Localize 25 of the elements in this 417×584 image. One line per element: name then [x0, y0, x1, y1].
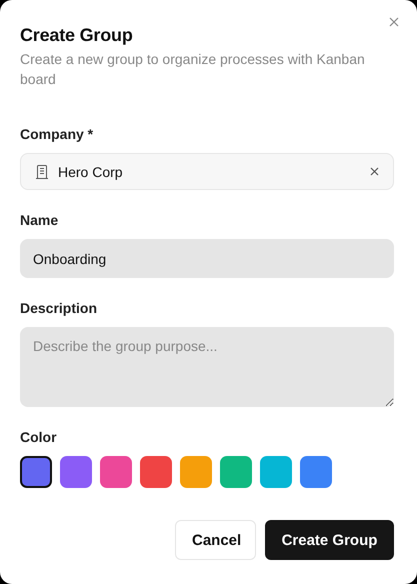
- field-label: Color: [20, 428, 58, 447]
- field-label: Company *: [20, 125, 94, 144]
- cancel-button[interactable]: Cancel: [175, 520, 256, 560]
- color-swatch[interactable]: [140, 456, 172, 488]
- color-swatch[interactable]: [60, 456, 92, 488]
- color-swatch[interactable]: [20, 456, 52, 488]
- create-button[interactable]: Create Group: [265, 520, 394, 560]
- close-button[interactable]: [389, 17, 399, 27]
- field-label: Name: [20, 211, 60, 230]
- dialog-title: Create Group: [20, 24, 134, 47]
- field-label: Description: [20, 299, 98, 318]
- company-field[interactable]: Hero Corp: [20, 153, 394, 190]
- name-field[interactable]: Onboarding: [20, 239, 394, 278]
- building-icon: [35, 164, 49, 180]
- color-swatch[interactable]: [260, 456, 292, 488]
- dialog-subtitle: Create a new group to organize processes with Kanban board: [20, 50, 366, 89]
- clear-button[interactable]: [370, 167, 379, 176]
- company-value: Hero Corp: [58, 164, 124, 180]
- description-field[interactable]: Describe the group purpose...: [20, 327, 394, 407]
- color-swatch[interactable]: [300, 456, 332, 488]
- close-icon: [389, 17, 399, 27]
- color-swatch[interactable]: [180, 456, 212, 488]
- color-swatch[interactable]: [100, 456, 132, 488]
- close-icon: [370, 167, 379, 176]
- color-swatch[interactable]: [220, 456, 252, 488]
